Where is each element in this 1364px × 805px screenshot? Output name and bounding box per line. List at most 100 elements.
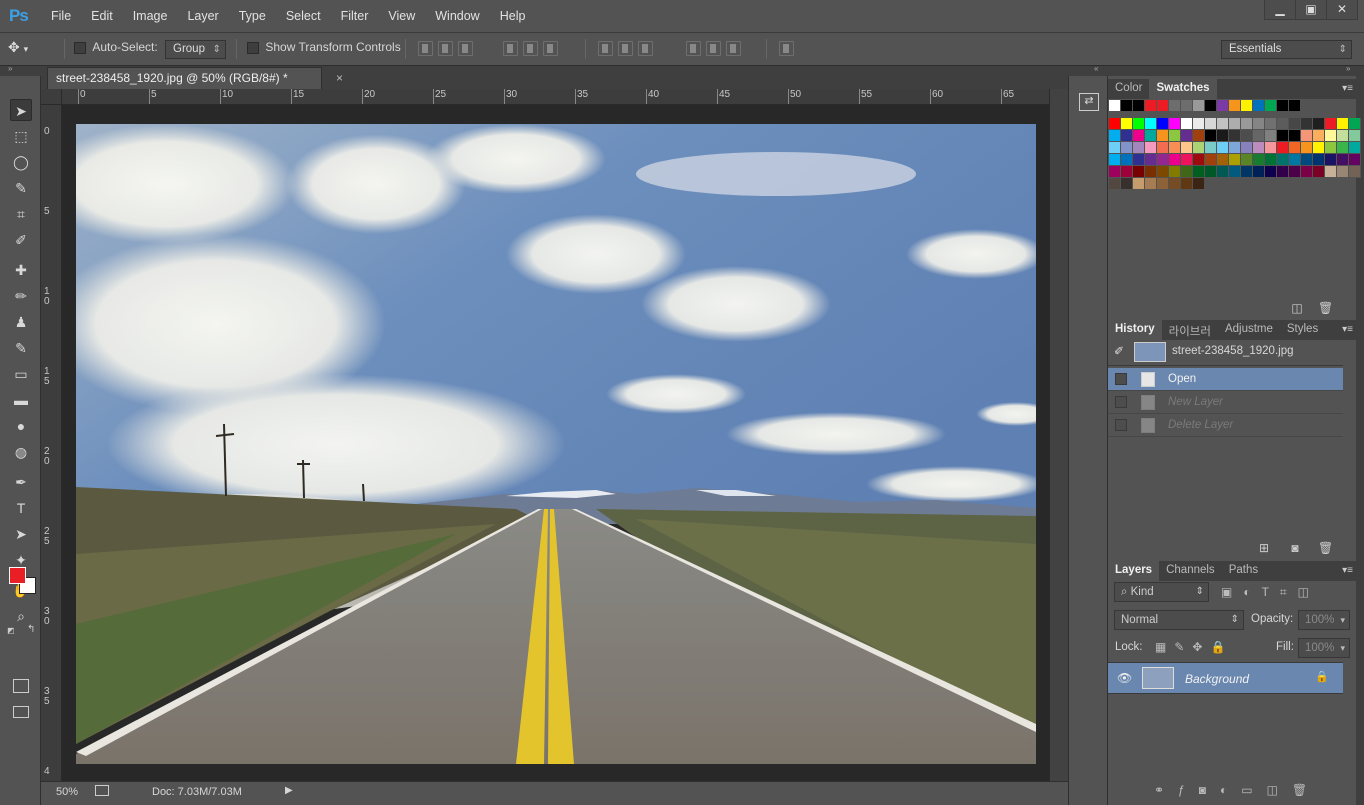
color-swatch[interactable]: [1133, 166, 1145, 178]
color-swatch[interactable]: [1265, 166, 1277, 178]
color-swatch[interactable]: [1205, 130, 1217, 142]
color-swatch[interactable]: [1181, 118, 1193, 130]
color-swatch[interactable]: [1169, 142, 1181, 154]
document-tab[interactable]: street-238458_1920.jpg @ 50% (RGB/8#) * …: [47, 67, 343, 89]
align-left-icon[interactable]: [503, 41, 518, 56]
color-swatch[interactable]: [1313, 166, 1325, 178]
color-swatch[interactable]: [1169, 178, 1181, 190]
color-swatch[interactable]: [1109, 100, 1121, 112]
color-swatch[interactable]: [1253, 100, 1265, 112]
color-swatch[interactable]: [1205, 166, 1217, 178]
color-swatch[interactable]: [1337, 166, 1349, 178]
history-state[interactable]: Open: [1108, 368, 1343, 391]
vertical-scrollbar[interactable]: [1049, 89, 1068, 781]
color-swatch[interactable]: [1109, 178, 1121, 190]
layer-row-background[interactable]: 👁 Background 🔒: [1108, 662, 1343, 694]
status-menu-arrow[interactable]: ▶: [285, 785, 293, 796]
color-swatch[interactable]: [1133, 154, 1145, 166]
color-swatch[interactable]: [1109, 154, 1121, 166]
color-swatch[interactable]: [1241, 154, 1253, 166]
lasso-tool[interactable]: ◯: [10, 151, 32, 173]
menu-help[interactable]: Help: [490, 9, 536, 23]
color-swatch[interactable]: [1349, 166, 1361, 178]
color-swatch[interactable]: [1121, 178, 1133, 190]
layer-filter-kind[interactable]: ⌕ Kind ⇕: [1114, 582, 1209, 602]
color-swatch[interactable]: [1313, 154, 1325, 166]
align-hcenter-icon[interactable]: [523, 41, 538, 56]
color-swatch[interactable]: [1337, 142, 1349, 154]
history-state[interactable]: New Layer: [1108, 391, 1343, 414]
color-swatch[interactable]: [1277, 166, 1289, 178]
color-swatch[interactable]: [1181, 100, 1193, 112]
color-swatch[interactable]: [1229, 100, 1241, 112]
tab-layers[interactable]: Layers: [1108, 561, 1160, 581]
menu-type[interactable]: Type: [229, 9, 276, 23]
color-swatch[interactable]: [1229, 142, 1241, 154]
color-swatch[interactable]: [1157, 142, 1169, 154]
align-bottom-icon[interactable]: [458, 41, 473, 56]
color-swatch[interactable]: [1289, 118, 1301, 130]
color-swatch[interactable]: [1277, 130, 1289, 142]
stamp-tool[interactable]: ♟: [10, 311, 32, 333]
color-swatch[interactable]: [1349, 118, 1361, 130]
color-swatch[interactable]: [1301, 166, 1313, 178]
tab-swatches[interactable]: Swatches: [1149, 79, 1217, 99]
color-swatch[interactable]: [1145, 178, 1157, 190]
color-swatch[interactable]: [1133, 142, 1145, 154]
color-swatch[interactable]: [1181, 154, 1193, 166]
close-button[interactable]: ✕: [1326, 0, 1358, 20]
color-swatch[interactable]: [1325, 118, 1337, 130]
show-transform-option[interactable]: Show Transform Controls: [247, 40, 401, 54]
color-swatch[interactable]: [1265, 130, 1277, 142]
history-brush-icon[interactable]: ✐: [1114, 344, 1124, 358]
history-checkbox[interactable]: [1115, 419, 1127, 431]
color-swatch[interactable]: [1229, 130, 1241, 142]
color-swatch[interactable]: [1169, 130, 1181, 142]
restore-button[interactable]: ▣: [1295, 0, 1327, 20]
color-swatch[interactable]: [1253, 130, 1265, 142]
horizontal-ruler[interactable]: 0 5 10 15 20 25 30 35 40 45 50 55 60 65: [62, 89, 1049, 105]
color-swatch[interactable]: [1109, 166, 1121, 178]
color-swatch[interactable]: [1277, 142, 1289, 154]
color-swatch[interactable]: [1133, 118, 1145, 130]
color-swatch[interactable]: [1349, 130, 1361, 142]
color-swatch[interactable]: [1109, 142, 1121, 154]
auto-select-checkbox[interactable]: [74, 41, 86, 54]
pen-tool[interactable]: ✒: [10, 471, 32, 493]
color-swatch[interactable]: [1289, 154, 1301, 166]
color-swatch[interactable]: [1169, 154, 1181, 166]
color-swatch[interactable]: [1193, 130, 1205, 142]
swap-colors-icon[interactable]: ↰: [27, 624, 35, 635]
color-swatch[interactable]: [1109, 130, 1121, 142]
color-swatch[interactable]: [1217, 130, 1229, 142]
panel-menu-icon[interactable]: ▾≡: [1342, 324, 1353, 335]
color-swatch[interactable]: [1181, 166, 1193, 178]
tab-libraries[interactable]: 라이브러: [1162, 320, 1218, 340]
color-swatch[interactable]: [1289, 130, 1301, 142]
color-swatch[interactable]: [1121, 118, 1133, 130]
layer-filter-icons[interactable]: ▣◐T⌗◫: [1221, 585, 1320, 600]
color-swatch[interactable]: [1301, 130, 1313, 142]
color-swatch[interactable]: [1241, 130, 1253, 142]
color-swatch[interactable]: [1121, 130, 1133, 142]
close-tab-icon[interactable]: ×: [336, 71, 343, 85]
tab-styles[interactable]: Styles: [1280, 320, 1325, 340]
color-swatch[interactable]: [1145, 100, 1157, 112]
color-swatch[interactable]: [1313, 118, 1325, 130]
fill-input[interactable]: 100% ▾: [1298, 638, 1350, 658]
color-swatch[interactable]: [1217, 154, 1229, 166]
color-swatch[interactable]: [1205, 142, 1217, 154]
move-tool-preset-icon[interactable]: ✥ ▾: [8, 39, 28, 56]
tab-history[interactable]: History: [1108, 320, 1162, 340]
color-swatch[interactable]: [1241, 166, 1253, 178]
tab-adjustments[interactable]: Adjustme: [1218, 320, 1280, 340]
menu-layer[interactable]: Layer: [177, 9, 228, 23]
color-swatch[interactable]: [1349, 142, 1361, 154]
history-checkbox[interactable]: [1115, 373, 1127, 385]
menu-image[interactable]: Image: [123, 9, 178, 23]
visibility-eye-icon[interactable]: 👁: [1117, 671, 1132, 685]
color-swatch[interactable]: [1337, 130, 1349, 142]
color-swatch[interactable]: [1265, 142, 1277, 154]
panel-menu-icon[interactable]: ▾≡: [1342, 83, 1353, 94]
move-tool[interactable]: ➤: [10, 99, 32, 121]
